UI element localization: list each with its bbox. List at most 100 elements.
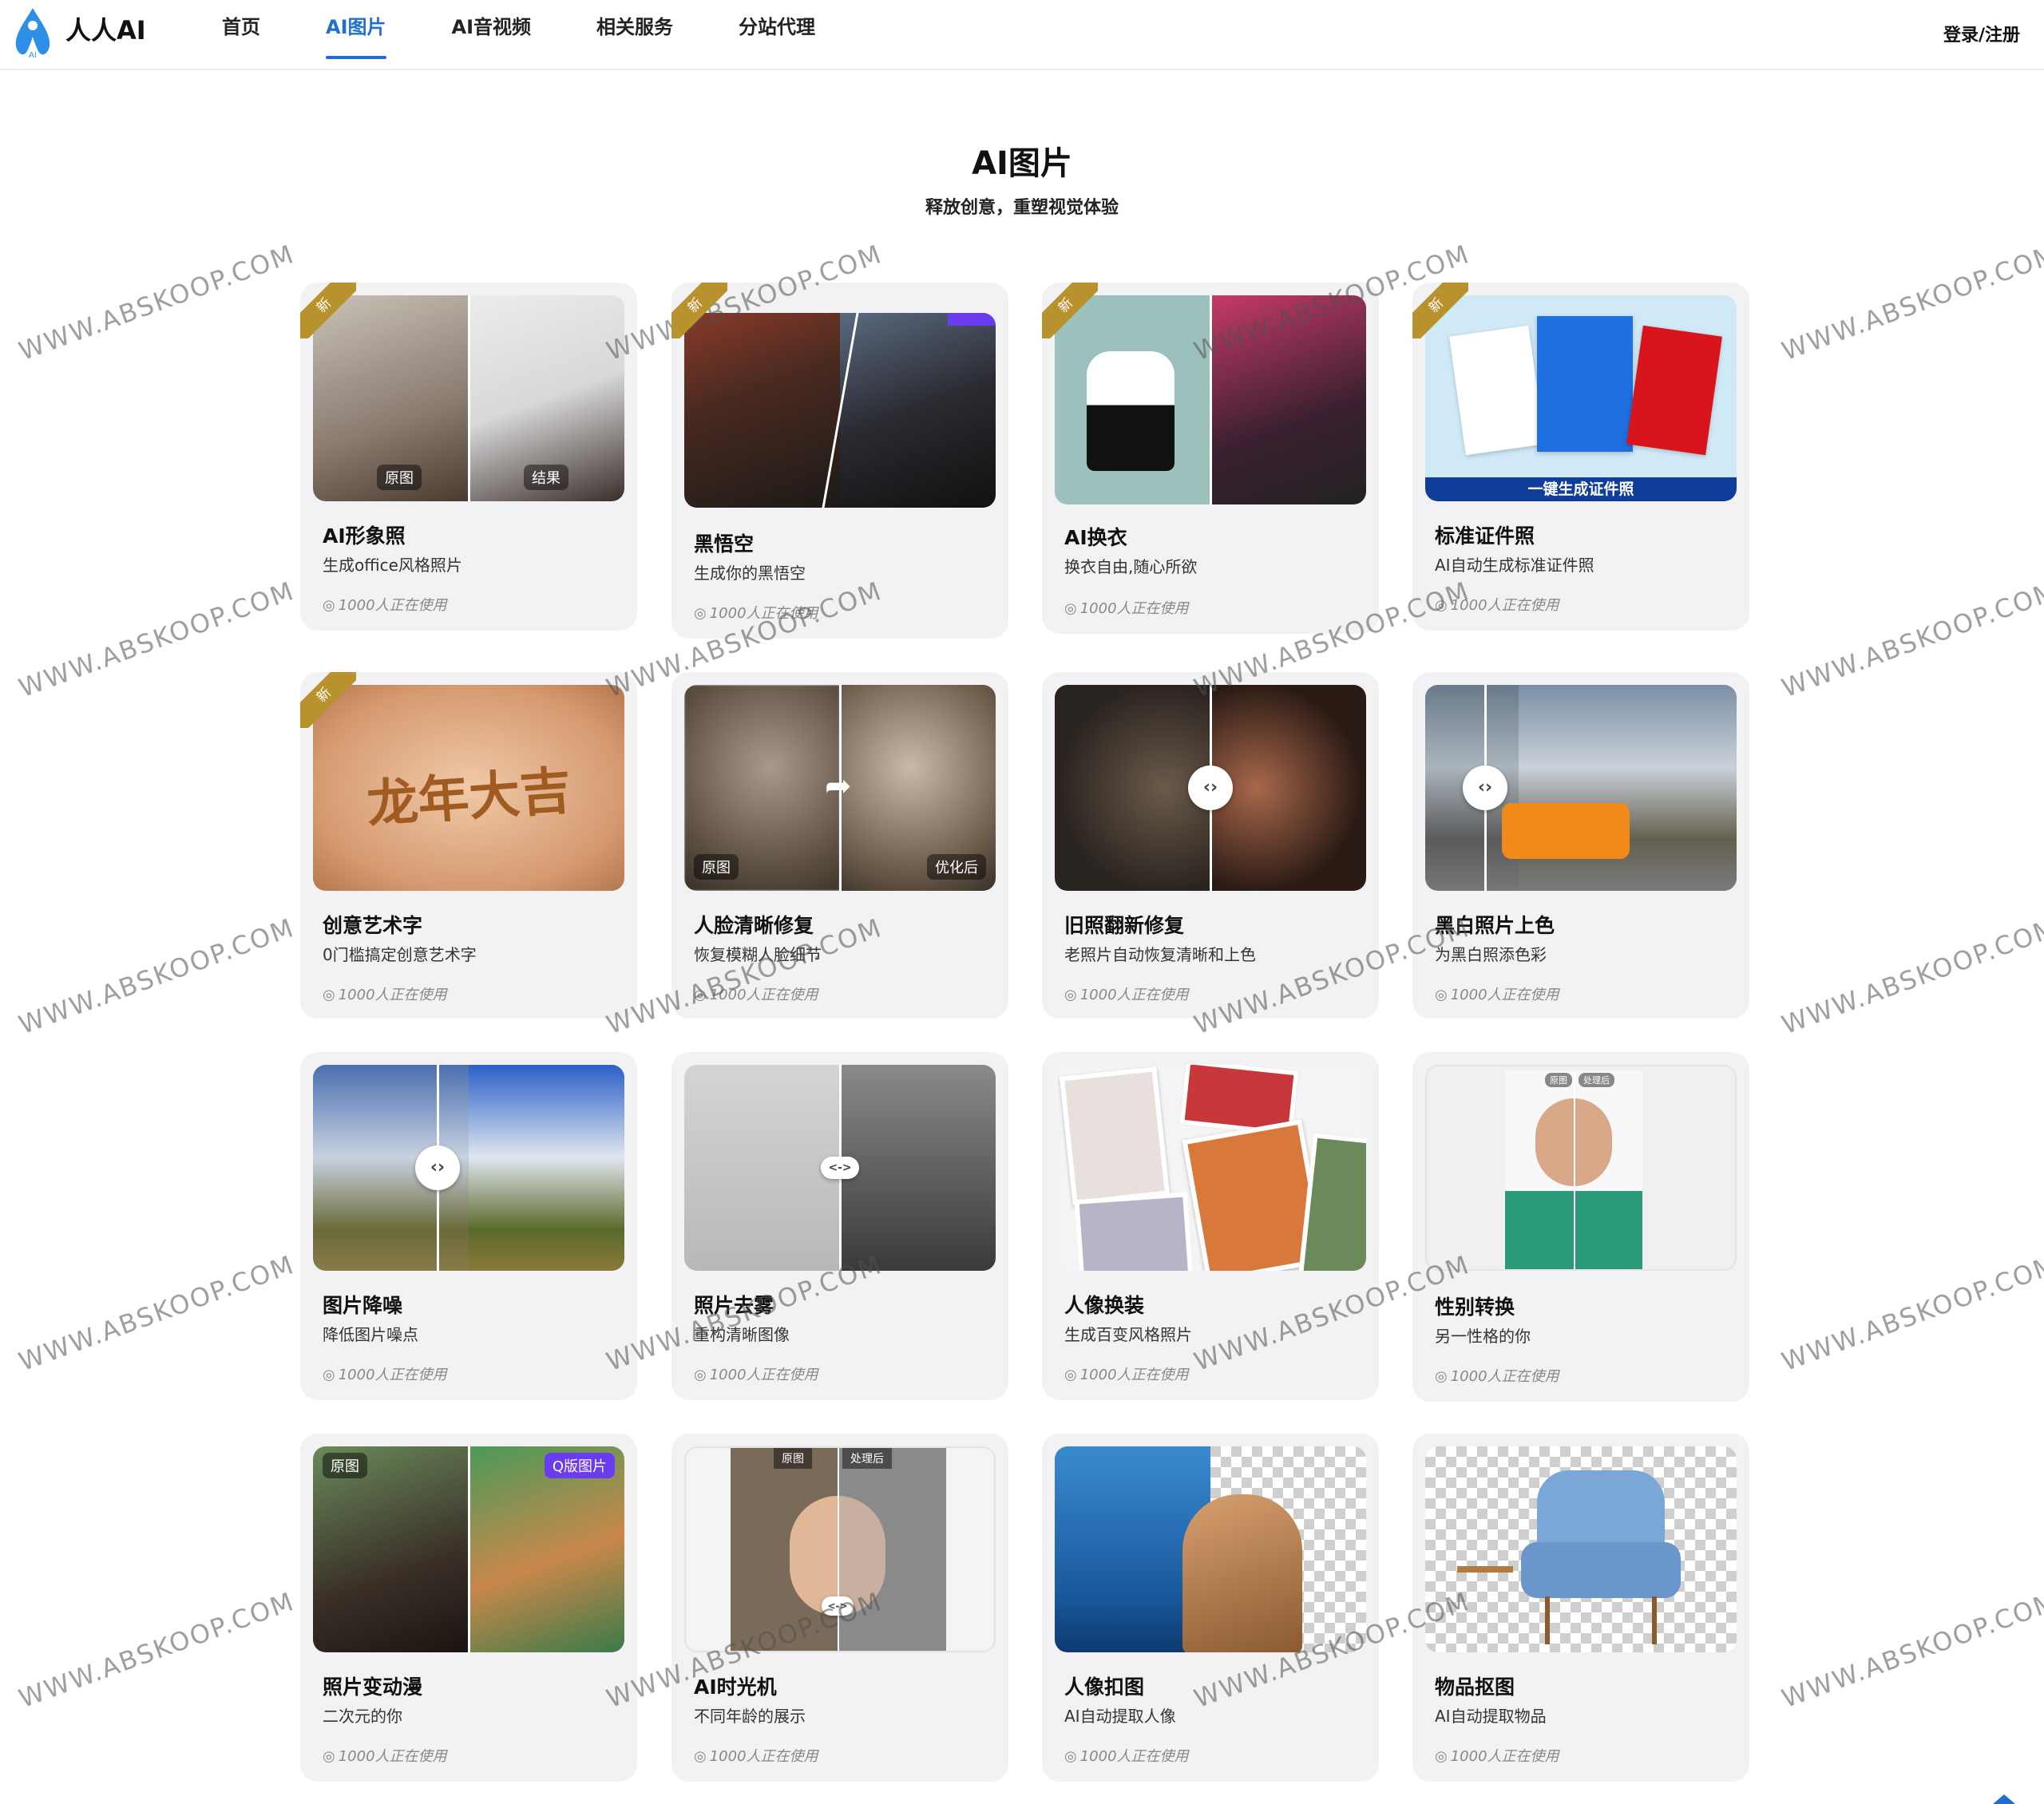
feature-card-gender-swap[interactable]: 原图 处理后 性别转换 另一性格的你 ◎ 1000人正在使用 — [1412, 1052, 1749, 1402]
compare-slider-handle[interactable]: <-> — [821, 1157, 859, 1179]
card-preview-image: 原图 处理后 — [1425, 1065, 1737, 1271]
card-title: 照片变动漫 — [323, 1675, 423, 1699]
compare-slider-handle[interactable]: ‹› — [415, 1145, 460, 1190]
eye-icon: ◎ — [1435, 597, 1448, 614]
card-desc: 0门槛搞定创意艺术字 — [323, 945, 477, 964]
card-preview-image — [1055, 1065, 1366, 1271]
feature-card-dehaze[interactable]: <-> 照片去雾 重构清晰图像 ◎ 1000人正在使用 — [671, 1052, 1008, 1400]
card-title: 人像扣图 — [1064, 1675, 1145, 1699]
card-desc: 不同年龄的展示 — [694, 1707, 806, 1726]
card-title: 黑白照片上色 — [1435, 914, 1555, 937]
card-desc: 换衣自由,随心所欲 — [1064, 557, 1198, 576]
card-usage: ◎ 1000人正在使用 — [1064, 1748, 1189, 1765]
login-register-link[interactable]: 登录/注册 — [1943, 21, 2020, 46]
nav-ai-audio-video[interactable]: AI音视频 — [452, 11, 532, 59]
nav-related-services[interactable]: 相关服务 — [596, 11, 673, 59]
card-title: 性别转换 — [1435, 1296, 1515, 1319]
new-badge: 新 — [1412, 283, 1468, 338]
compare-slider-handle[interactable]: ‹› — [1463, 766, 1507, 810]
watermark: WWW.ABSKOOP.COM — [1777, 238, 2044, 367]
card-desc: 二次元的你 — [323, 1707, 402, 1726]
nav-home[interactable]: 首页 — [222, 11, 260, 59]
card-preview-image: ‹› — [1425, 685, 1737, 891]
compare-slider-handle[interactable]: ‹› — [1188, 766, 1233, 810]
card-preview-image — [1055, 295, 1366, 504]
card-title: AI换衣 — [1064, 526, 1127, 549]
tag-original: 原图 — [1545, 1073, 1572, 1087]
feature-card-photo-to-anime[interactable]: 原图 Q版图片 照片变动漫 二次元的你 ◎ 1000人正在使用 — [300, 1434, 637, 1782]
card-title: 人像换装 — [1064, 1294, 1145, 1317]
watermark: WWW.ABSKOOP.COM — [1777, 1585, 2044, 1715]
feature-card-denoise[interactable]: ‹› 图片降噪 降低图片噪点 ◎ 1000人正在使用 — [300, 1052, 637, 1400]
card-preview-image: 原图 Q版图片 — [313, 1446, 624, 1652]
card-usage: ◎ 1000人正在使用 — [1064, 600, 1189, 617]
card-preview-image: <-> — [684, 1065, 996, 1271]
feature-card-colorize[interactable]: ‹› 黑白照片上色 为黑白照添色彩 ◎ 1000人正在使用 — [1412, 672, 1749, 1019]
nav-ai-images[interactable]: AI图片 — [326, 11, 386, 59]
back-to-top-icon[interactable] — [1993, 1794, 2015, 1804]
arrow-icon: ➦ — [825, 768, 852, 805]
logo-text: 人人AI — [65, 15, 146, 45]
card-desc: 另一性格的你 — [1435, 1327, 1531, 1346]
eye-icon: ◎ — [694, 987, 707, 1003]
card-usage: ◎ 1000人正在使用 — [694, 605, 818, 622]
feature-card-portrait-outfit[interactable]: 人像换装 生成百变风格照片 ◎ 1000人正在使用 — [1042, 1052, 1379, 1400]
card-title: AI时光机 — [694, 1675, 777, 1699]
card-preview-image: 原图 结果 — [313, 295, 624, 501]
card-preview-image — [684, 313, 996, 508]
card-title: 人脸清晰修复 — [694, 914, 814, 937]
tag-original: 原图 — [774, 1448, 812, 1469]
new-badge: 新 — [300, 283, 356, 338]
feature-card-object-cutout[interactable]: 物品抠图 AI自动提取物品 ◎ 1000人正在使用 — [1412, 1434, 1749, 1782]
feature-card-ai-portrait[interactable]: 新 原图 结果 AI形象照 生成office风格照片 ◎ 1000人正在使用 — [300, 283, 637, 631]
eye-icon: ◎ — [1064, 600, 1077, 617]
page-title: AI图片 — [972, 145, 1072, 182]
watermark: WWW.ABSKOOP.COM — [14, 1248, 299, 1378]
eye-icon: ◎ — [1064, 1367, 1077, 1383]
card-preview-image: 原图 处理后 <-> — [684, 1446, 996, 1652]
watermark: WWW.ABSKOOP.COM — [1777, 912, 2044, 1041]
card-desc: 生成office风格照片 — [323, 556, 462, 575]
new-badge: 新 — [300, 672, 356, 728]
card-title: 创意艺术字 — [323, 914, 423, 937]
compare-slider-handle[interactable]: <-> — [822, 1596, 854, 1616]
eye-icon: ◎ — [1064, 1748, 1077, 1765]
tag-q-version: Q版图片 — [544, 1453, 615, 1478]
tag-original: 原图 — [694, 854, 739, 880]
card-desc: 重构清晰图像 — [694, 1325, 790, 1344]
card-title: AI形象照 — [323, 524, 406, 548]
card-title: 标准证件照 — [1435, 524, 1535, 548]
feature-card-face-restore[interactable]: ➦ 原图 优化后 人脸清晰修复 恢复模糊人脸细节 ◎ 1000人正在使用 — [671, 672, 1008, 1019]
watermark: WWW.ABSKOOP.COM — [14, 238, 299, 367]
feature-card-black-wukong[interactable]: 新 黑悟空 生成你的黑悟空 ◎ 1000人正在使用 — [671, 283, 1008, 639]
watermark: WWW.ABSKOOP.COM — [14, 575, 299, 704]
card-usage: ◎ 1000人正在使用 — [323, 1748, 447, 1765]
feature-card-portrait-cutout[interactable]: 人像扣图 AI自动提取人像 ◎ 1000人正在使用 — [1042, 1434, 1379, 1782]
card-desc: 降低图片噪点 — [323, 1325, 418, 1344]
nav-agency[interactable]: 分站代理 — [739, 11, 815, 59]
eye-icon: ◎ — [323, 1748, 335, 1765]
feature-card-ai-outfit[interactable]: 新 AI换衣 换衣自由,随心所欲 ◎ 1000人正在使用 — [1042, 283, 1379, 634]
card-usage: ◎ 1000人正在使用 — [1064, 1367, 1189, 1383]
card-title: 物品抠图 — [1435, 1675, 1515, 1699]
card-preview-image: ‹› — [1055, 685, 1366, 891]
eye-icon: ◎ — [323, 597, 335, 614]
tag-processed: 处理后 — [842, 1448, 892, 1469]
watermark: WWW.ABSKOOP.COM — [1777, 575, 2044, 704]
eye-icon: ◎ — [1064, 987, 1077, 1003]
top-nav-bar: AI 人人AI 首页 AI图片 AI音视频 相关服务 分站代理 登录/注册 — [0, 0, 2044, 70]
feature-card-id-photo[interactable]: 新 一键生成证件照 标准证件照 AI自动生成标准证件照 ◎ 1000人正在使用 — [1412, 283, 1749, 631]
card-title: 旧照翻新修复 — [1064, 914, 1185, 937]
card-title: 图片降噪 — [323, 1294, 403, 1317]
logo[interactable]: AI 人人AI — [8, 5, 146, 61]
watermark: WWW.ABSKOOP.COM — [1777, 1248, 2044, 1378]
card-desc: 生成你的黑悟空 — [694, 564, 806, 583]
feature-card-art-text[interactable]: 新 龙年大吉 创意艺术字 0门槛搞定创意艺术字 ◎ 1000人正在使用 — [300, 672, 637, 1019]
feature-card-time-machine[interactable]: 原图 处理后 <-> AI时光机 不同年龄的展示 ◎ 1000人正在使用 — [671, 1434, 1008, 1782]
feature-card-old-photo-restore[interactable]: ‹› 旧照翻新修复 老照片自动恢复清晰和上色 ◎ 1000人正在使用 — [1042, 672, 1379, 1019]
eye-icon: ◎ — [694, 1367, 707, 1383]
card-usage: ◎ 1000人正在使用 — [1435, 1368, 1559, 1385]
art-text-sample: 龙年大吉 — [365, 761, 573, 835]
card-usage: ◎ 1000人正在使用 — [1064, 987, 1189, 1003]
tag-processed: 处理后 — [1579, 1073, 1614, 1087]
